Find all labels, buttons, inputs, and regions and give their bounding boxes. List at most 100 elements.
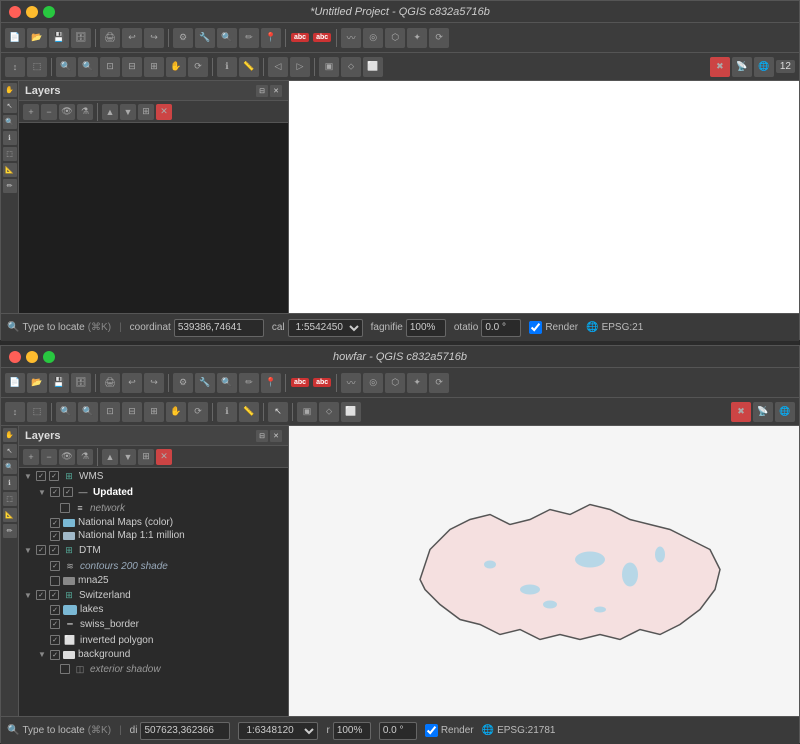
layer-updated[interactable]: ▼ ✓ ✓ — Updated	[19, 484, 288, 500]
select-icon-b[interactable]: ⬚	[27, 402, 47, 422]
edit2-icon[interactable]: ◎	[363, 28, 383, 48]
save-as-icon[interactable]: 🗄	[71, 28, 91, 48]
zoom-selection-icon[interactable]: ⊞	[144, 57, 164, 77]
edit4-icon[interactable]: ✦	[407, 28, 427, 48]
expand-wms[interactable]: ▼	[23, 471, 33, 481]
magnify-input-top[interactable]	[406, 319, 446, 337]
check-network[interactable]	[60, 503, 70, 513]
measure-tool-icon[interactable]: 📐	[3, 163, 17, 177]
pan-map-icon[interactable]: ✋	[166, 57, 186, 77]
zoom-layer-icon-b[interactable]: ⊟	[122, 402, 142, 422]
digitize-icon[interactable]: ✖	[710, 57, 730, 77]
edit5-icon[interactable]: ⟳	[429, 28, 449, 48]
check-updated[interactable]: ✓	[50, 487, 60, 497]
open-project-icon[interactable]: 📂	[27, 28, 47, 48]
layer-switzerland-group[interactable]: ▼ ✓ ✓ ⊞ Switzerland	[19, 587, 288, 603]
layer-group-icon[interactable]: ⊞	[138, 104, 154, 120]
edit3-icon[interactable]: ⬡	[385, 28, 405, 48]
layer-visibility-icon-b[interactable]: 👁	[59, 449, 75, 465]
tool4-icon[interactable]: ✏	[239, 28, 259, 48]
rotation-input-top[interactable]	[481, 319, 521, 337]
expand-exterior-shadow[interactable]	[47, 664, 57, 674]
render-item-bottom[interactable]: Render	[425, 724, 474, 737]
print-icon-b[interactable]: 🖨	[100, 373, 120, 393]
pan-tool-icon[interactable]: ✋	[3, 83, 17, 97]
refresh-icon[interactable]: ⟳	[188, 57, 208, 77]
edit5-icon-b[interactable]: ⟳	[429, 373, 449, 393]
expand-network[interactable]	[47, 503, 57, 513]
tool4-icon-b[interactable]: ✏	[239, 373, 259, 393]
scale-select-top[interactable]: 1:5542450	[288, 319, 363, 337]
gps-icon[interactable]: 📡	[732, 57, 752, 77]
select-icon[interactable]: ⬚	[27, 57, 47, 77]
layer-group-icon-b[interactable]: ⊞	[138, 449, 154, 465]
pan-map-icon-b[interactable]: ✋	[166, 402, 186, 422]
layer-move-up-icon-b[interactable]: ▲	[102, 449, 118, 465]
undo-icon-b[interactable]: ↩	[122, 373, 142, 393]
check-switzerland[interactable]: ✓	[36, 590, 46, 600]
zoom-in-icon[interactable]: 🔍	[56, 57, 76, 77]
maximize-button-top[interactable]	[43, 6, 55, 18]
expand-contours[interactable]	[37, 561, 47, 571]
layer-remove-icon[interactable]: ✕	[156, 104, 172, 120]
scale-select-bottom[interactable]: 1:6348120	[238, 722, 318, 740]
expand-lakes[interactable]	[37, 605, 47, 615]
layer-swiss-border[interactable]: ✓ ━ swiss_border	[19, 616, 288, 632]
check-exterior-shadow[interactable]	[60, 664, 70, 674]
layers-header-icon-2b[interactable]: ✕	[270, 430, 282, 442]
locate-item[interactable]: 🔍 Type to locate (⌘K)	[7, 322, 111, 333]
layer-mna25[interactable]: mna25	[19, 574, 288, 587]
filter-icon-b[interactable]: ⚗	[77, 449, 93, 465]
coordinate-input-bottom[interactable]	[140, 722, 230, 740]
check-switzerland2[interactable]: ✓	[49, 590, 59, 600]
layer-network[interactable]: ≡ network	[19, 500, 288, 516]
check-wms[interactable]: ✓	[36, 471, 46, 481]
nav1-icon[interactable]: ◁	[268, 57, 288, 77]
rotation2-input-bottom[interactable]	[379, 722, 417, 740]
cursor-icon[interactable]: ↖	[3, 99, 17, 113]
edit4-icon-b[interactable]: ✦	[407, 373, 427, 393]
identify-icon-b[interactable]: ℹ	[217, 402, 237, 422]
layers-header-icon-2[interactable]: ✕	[270, 85, 282, 97]
info-tool-icon-b[interactable]: ℹ	[3, 476, 17, 490]
render-checkbox-bottom[interactable]	[425, 724, 438, 737]
undo-icon[interactable]: ↩	[122, 28, 142, 48]
redo-icon-b[interactable]: ↪	[144, 373, 164, 393]
expand-natmap-1m[interactable]	[37, 531, 47, 541]
check-lakes[interactable]: ✓	[50, 605, 60, 615]
close-button-bottom[interactable]	[9, 351, 21, 363]
select-tool-icon[interactable]: ⬚	[3, 147, 17, 161]
tool5-icon-b[interactable]: 📍	[261, 373, 281, 393]
check-natmaps-color[interactable]: ✓	[50, 518, 60, 528]
coordinate-input-top[interactable]	[174, 319, 264, 337]
map-canvas-bottom[interactable]	[289, 426, 799, 716]
deselect-icon[interactable]: ⬜	[363, 57, 383, 77]
zoom-tool-icon[interactable]: 🔍	[3, 115, 17, 129]
zoom-tool-icon-b[interactable]: 🔍	[3, 460, 17, 474]
check-dtm2[interactable]: ✓	[49, 545, 59, 555]
expand-dtm[interactable]: ▼	[23, 545, 33, 555]
edit1-icon[interactable]: 〰	[341, 28, 361, 48]
epsg-item-bottom[interactable]: 🌐 EPSG:21781	[482, 725, 556, 736]
render-item-top[interactable]: Render	[529, 321, 578, 334]
expand-natmaps-color[interactable]	[37, 518, 47, 528]
zoom-layer-icon[interactable]: ⊟	[122, 57, 142, 77]
epsg-item-top[interactable]: 🌐 EPSG:21	[586, 322, 643, 333]
check-dtm[interactable]: ✓	[36, 545, 46, 555]
layer-wms[interactable]: ▼ ✓ ✓ ⊞ WMS	[19, 468, 288, 484]
expand-updated[interactable]: ▼	[37, 487, 47, 497]
select3-icon[interactable]: ⬦	[341, 57, 361, 77]
minimize-button-bottom[interactable]	[26, 351, 38, 363]
new-project-icon-b[interactable]: 📄	[5, 373, 25, 393]
filter-icon[interactable]: ⚗	[77, 104, 93, 120]
browser-icon-b[interactable]: 🌐	[775, 402, 795, 422]
check-inverted-polygon[interactable]: ✓	[50, 635, 60, 645]
check-mna25[interactable]	[50, 576, 60, 586]
save-as-icon-b[interactable]: 🗄	[71, 373, 91, 393]
layer-visibility-icon[interactable]: 👁	[59, 104, 75, 120]
locate-item-bottom[interactable]: 🔍 Type to locate (⌘K)	[7, 725, 111, 736]
layer-natmap-1m[interactable]: ✓ National Map 1:1 million	[19, 529, 288, 542]
check-wms2[interactable]: ✓	[49, 471, 59, 481]
layer-move-down-icon-b[interactable]: ▼	[120, 449, 136, 465]
measure-tool-icon-b[interactable]: 📐	[3, 508, 17, 522]
